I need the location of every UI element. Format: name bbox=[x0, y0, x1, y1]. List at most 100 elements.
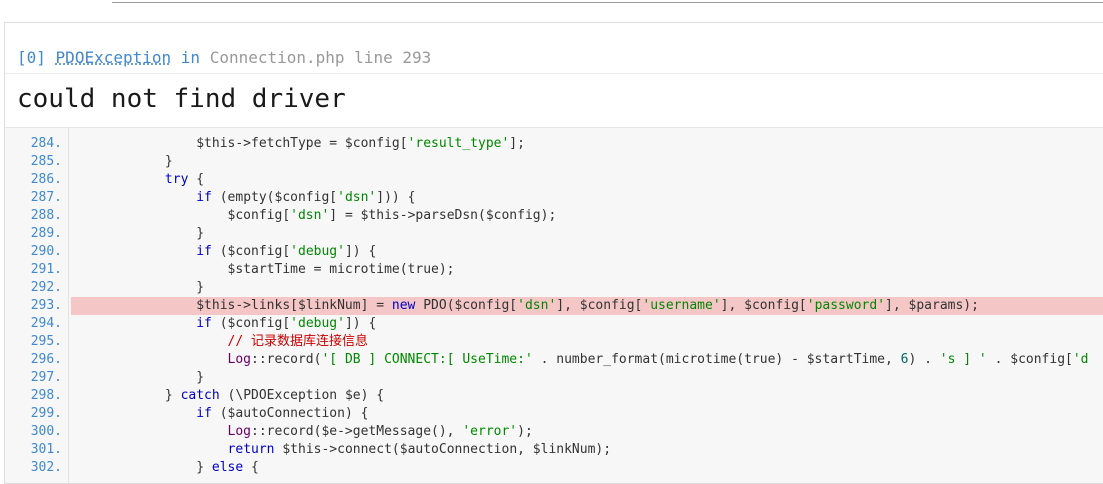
code-line: 300. Log::record($e->getMessage(), 'erro… bbox=[5, 423, 1103, 441]
code-token: ); bbox=[517, 424, 533, 439]
code-token: if bbox=[196, 244, 212, 259]
exception-message: could not find driver bbox=[17, 84, 346, 114]
code-token: ($config[ bbox=[211, 244, 291, 259]
code-token: { bbox=[188, 172, 205, 187]
code-line: 301. return $this->connect($autoConnecti… bbox=[5, 441, 1103, 459]
code-token: } bbox=[71, 280, 205, 295]
code-text: $this->fetchType = $config['result_type'… bbox=[71, 135, 525, 153]
code-token: $this->links[$linkNum] = bbox=[71, 298, 392, 313]
code-token: (empty($config[ bbox=[211, 190, 338, 205]
code-token: ] = $this->parseDsn($config); bbox=[329, 208, 557, 223]
code-token: . number_format(microtime(true) - $start… bbox=[532, 352, 901, 367]
code-token: if bbox=[196, 316, 212, 331]
code-line: 285. } bbox=[5, 153, 1103, 171]
code-token: new bbox=[391, 298, 416, 313]
code-token: 'password' bbox=[806, 298, 886, 313]
code-token: return bbox=[227, 442, 275, 457]
code-token: } bbox=[71, 226, 205, 241]
code-token: 'debug' bbox=[290, 244, 345, 259]
code-line: 284. $this->fetchType = $config['result_… bbox=[5, 135, 1103, 153]
line-number: 299. bbox=[30, 406, 62, 421]
code-token: . $config[ bbox=[986, 352, 1073, 367]
code-token: ::record( bbox=[251, 352, 322, 367]
highlighted-code-line: 293. $this->links[$linkNum] = new PDO($c… bbox=[5, 297, 1103, 315]
code-token: } bbox=[71, 388, 181, 403]
code-line: 296. Log::record('[ DB ] CONNECT:[ UseTi… bbox=[5, 351, 1103, 369]
code-token: ($config[ bbox=[211, 316, 291, 331]
code-line: 288. $config['dsn'] = $this->parseDsn($c… bbox=[5, 207, 1103, 225]
code-token: ])) { bbox=[376, 190, 416, 205]
code-text: $config['dsn'] = $this->parseDsn($config… bbox=[71, 207, 557, 225]
code-text: if (empty($config['dsn'])) { bbox=[71, 189, 415, 207]
line-number: 290. bbox=[30, 244, 62, 259]
code-text: Log::record('[ DB ] CONNECT:[ UseTime:' … bbox=[71, 351, 1089, 369]
line-number: 288. bbox=[30, 208, 62, 223]
code-text: } bbox=[71, 279, 204, 297]
file-location[interactable]: Connection.php line 293 bbox=[210, 48, 432, 67]
exception-info: [0] PDOException in Connection.php line … bbox=[17, 48, 431, 68]
code-text: } else { bbox=[71, 459, 259, 477]
code-token: 'error' bbox=[462, 424, 518, 439]
code-line: 302. } else { bbox=[5, 459, 1103, 477]
code-token: 'dsn' bbox=[517, 298, 557, 313]
line-number: 286. bbox=[30, 172, 62, 187]
in-word: in bbox=[180, 48, 201, 67]
line-number: 296. bbox=[30, 352, 62, 367]
code-line: 287. if (empty($config['dsn'])) { bbox=[5, 189, 1103, 207]
code-token: PDO($config[ bbox=[415, 298, 518, 313]
code-token: 'dsn' bbox=[337, 190, 377, 205]
code-text: $startTime = microtime(true); bbox=[71, 261, 455, 279]
code-token: } bbox=[71, 154, 173, 169]
code-token: ]) { bbox=[344, 244, 377, 259]
code-line: 299. if ($autoConnection) { bbox=[5, 405, 1103, 423]
code-token: ($autoConnection) { bbox=[211, 406, 369, 421]
code-token: ], $config[ bbox=[556, 298, 643, 313]
line-number: 293. bbox=[30, 298, 62, 313]
code-token: if bbox=[196, 406, 212, 421]
code-token: $config[ bbox=[71, 208, 291, 223]
code-token: ) . bbox=[908, 352, 940, 367]
code-line: 298. } catch (\PDOException $e) { bbox=[5, 387, 1103, 405]
exception-class-link[interactable]: PDOException bbox=[56, 48, 172, 67]
code-text: } bbox=[71, 153, 173, 171]
code-token: // 记录数据库连接信息 bbox=[71, 334, 369, 349]
code-token: ]) { bbox=[344, 316, 377, 331]
line-number: 297. bbox=[30, 370, 62, 385]
exception-panel: [0] PDOException in Connection.php line … bbox=[4, 22, 1103, 484]
code-token: $this->fetchType = $config[ bbox=[71, 136, 408, 151]
line-number: 302. bbox=[30, 460, 62, 475]
line-number: 291. bbox=[30, 262, 62, 277]
line-number: 301. bbox=[30, 442, 62, 457]
header-divider bbox=[5, 73, 1103, 74]
line-number: 292. bbox=[30, 280, 62, 295]
code-line: 291. $startTime = microtime(true); bbox=[5, 261, 1103, 279]
line-number: 298. bbox=[30, 388, 62, 403]
code-line: 295. // 记录数据库连接信息 bbox=[5, 333, 1103, 351]
code-token: if bbox=[196, 190, 212, 205]
code-token: Log bbox=[71, 352, 252, 367]
line-number: 294. bbox=[30, 316, 62, 331]
code-token: (\PDOException $e) { bbox=[219, 388, 385, 403]
line-number: 284. bbox=[30, 136, 62, 151]
code-token: 's ] ' bbox=[939, 352, 987, 367]
code-text: } catch (\PDOException $e) { bbox=[71, 387, 384, 405]
code-token: Log bbox=[71, 424, 252, 439]
code-line: 289. } bbox=[5, 225, 1103, 243]
code-line: 292. } bbox=[5, 279, 1103, 297]
code-line: 297. } bbox=[5, 369, 1103, 387]
line-number: 300. bbox=[30, 424, 62, 439]
line-number: 295. bbox=[30, 334, 62, 349]
code-text: if ($config['debug']) { bbox=[71, 243, 376, 261]
top-scroll-edge bbox=[112, 0, 1103, 3]
code-text: if ($config['debug']) { bbox=[71, 315, 376, 333]
code-token: 'd bbox=[1072, 352, 1089, 367]
source-code-block: 284. $this->fetchType = $config['result_… bbox=[5, 127, 1103, 483]
code-token: ], $config[ bbox=[720, 298, 807, 313]
exception-index: [0] bbox=[17, 48, 46, 67]
code-text: $this->links[$linkNum] = new PDO($config… bbox=[71, 297, 1103, 315]
